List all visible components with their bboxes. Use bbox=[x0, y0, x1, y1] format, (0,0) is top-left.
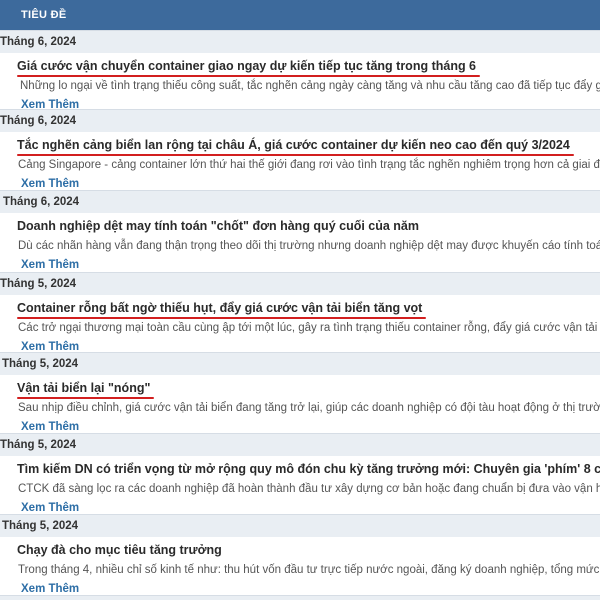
news-summary: Cảng Singapore - cảng container lớn thứ … bbox=[18, 159, 600, 171]
news-list: Tháng 6, 2024 Giá cước vận chuyển contain… bbox=[0, 30, 600, 600]
news-item: Chạy đà cho mục tiêu tăng trưởng Trong th… bbox=[0, 537, 600, 595]
news-title-link[interactable]: Giá cước vận chuyển container giao ngay … bbox=[17, 53, 481, 77]
column-header: TIÊU ĐỀ bbox=[0, 0, 600, 30]
news-row: Tháng 5, 2024 Container rỗng bất ngờ thiế… bbox=[0, 272, 600, 352]
news-title-link[interactable]: Chạy đà cho mục tiêu tăng trưởng bbox=[17, 537, 222, 559]
read-more-link[interactable]: Xem Thêm bbox=[21, 580, 79, 595]
news-summary: Các trở ngại thương mại toàn cầu cùng ập… bbox=[18, 322, 600, 334]
news-summary: Sau nhịp điều chỉnh, giá cước vận tải bi… bbox=[18, 402, 600, 414]
news-item: Tắc nghẽn cảng biển lan rộng tại châu Á,… bbox=[0, 132, 600, 190]
news-summary: Những lo ngại về tình trạng thiếu công s… bbox=[20, 80, 600, 92]
news-date: Tháng 5, 2024 bbox=[0, 272, 600, 295]
news-date: Tháng 5, 2024 bbox=[0, 352, 600, 375]
news-date: Tháng 6, 2024 bbox=[0, 30, 600, 53]
news-date: Tháng 6, 2024 bbox=[0, 109, 600, 132]
column-header-label: TIÊU ĐỀ bbox=[21, 9, 67, 21]
news-item: Vận tải biển lại "nóng" Sau nhịp điều chỉ… bbox=[0, 375, 600, 433]
news-list-page: TIÊU ĐỀ Tháng 6, 2024 Giá cước vận chuyển… bbox=[0, 0, 600, 600]
news-item: Doanh nghiệp dệt may tính toán "chốt" đơ… bbox=[0, 213, 600, 272]
news-summary: CTCK đã sàng lọc ra các doanh nghiệp đã … bbox=[18, 483, 600, 495]
news-title-link[interactable]: Doanh nghiệp dệt may tính toán "chốt" đơ… bbox=[17, 213, 419, 235]
news-title-link[interactable]: Vận tải biển lại "nóng" bbox=[17, 375, 155, 399]
news-title-link[interactable]: Tắc nghẽn cảng biển lan rộng tại châu Á,… bbox=[17, 132, 574, 156]
news-row: Tháng 6, 2024 Tắc nghẽn cảng biển lan rộn… bbox=[0, 109, 600, 190]
news-item: Giá cước vận chuyển container giao ngay … bbox=[0, 53, 600, 109]
news-row: Tháng 5, 2024 Vận tải biển lại "nóng" Sau … bbox=[0, 352, 600, 433]
news-item: Container rỗng bất ngờ thiếu hụt, đẩy gi… bbox=[0, 295, 600, 352]
read-more-link[interactable]: Xem Thêm bbox=[21, 499, 79, 514]
read-more-link[interactable]: Xem Thêm bbox=[21, 175, 79, 190]
read-more-link[interactable]: Xem Thêm bbox=[21, 338, 79, 352]
news-date: Tháng 6, 2024 bbox=[0, 190, 600, 213]
news-summary: Dù các nhãn hàng vẫn đang thận trọng the… bbox=[18, 240, 600, 252]
read-more-link[interactable]: Xem Thêm bbox=[21, 256, 79, 272]
news-summary: Trong tháng 4, nhiều chỉ số kinh tế như:… bbox=[18, 564, 600, 576]
news-date: Tháng 5, 2024 bbox=[0, 595, 600, 600]
news-row: Tháng 6, 2024 Giá cước vận chuyển contain… bbox=[0, 30, 600, 109]
news-row: Tháng 6, 2024 Doanh nghiệp dệt may tính t… bbox=[0, 190, 600, 272]
news-row: Tháng 5, 2024 bbox=[0, 595, 600, 600]
news-row: Tháng 5, 2024 Tìm kiếm DN có triển vọng t… bbox=[0, 433, 600, 514]
read-more-link[interactable]: Xem Thêm bbox=[21, 418, 79, 433]
news-title-link[interactable]: Tìm kiếm DN có triển vọng từ mở rộng quy… bbox=[17, 456, 600, 478]
read-more-link[interactable]: Xem Thêm bbox=[21, 96, 79, 109]
news-item: Tìm kiếm DN có triển vọng từ mở rộng quy… bbox=[0, 456, 600, 514]
news-date: Tháng 5, 2024 bbox=[0, 514, 600, 537]
news-date: Tháng 5, 2024 bbox=[0, 433, 600, 456]
news-row: Tháng 5, 2024 Chạy đà cho mục tiêu tăng t… bbox=[0, 514, 600, 595]
news-title-link[interactable]: Container rỗng bất ngờ thiếu hụt, đẩy gi… bbox=[17, 295, 427, 319]
